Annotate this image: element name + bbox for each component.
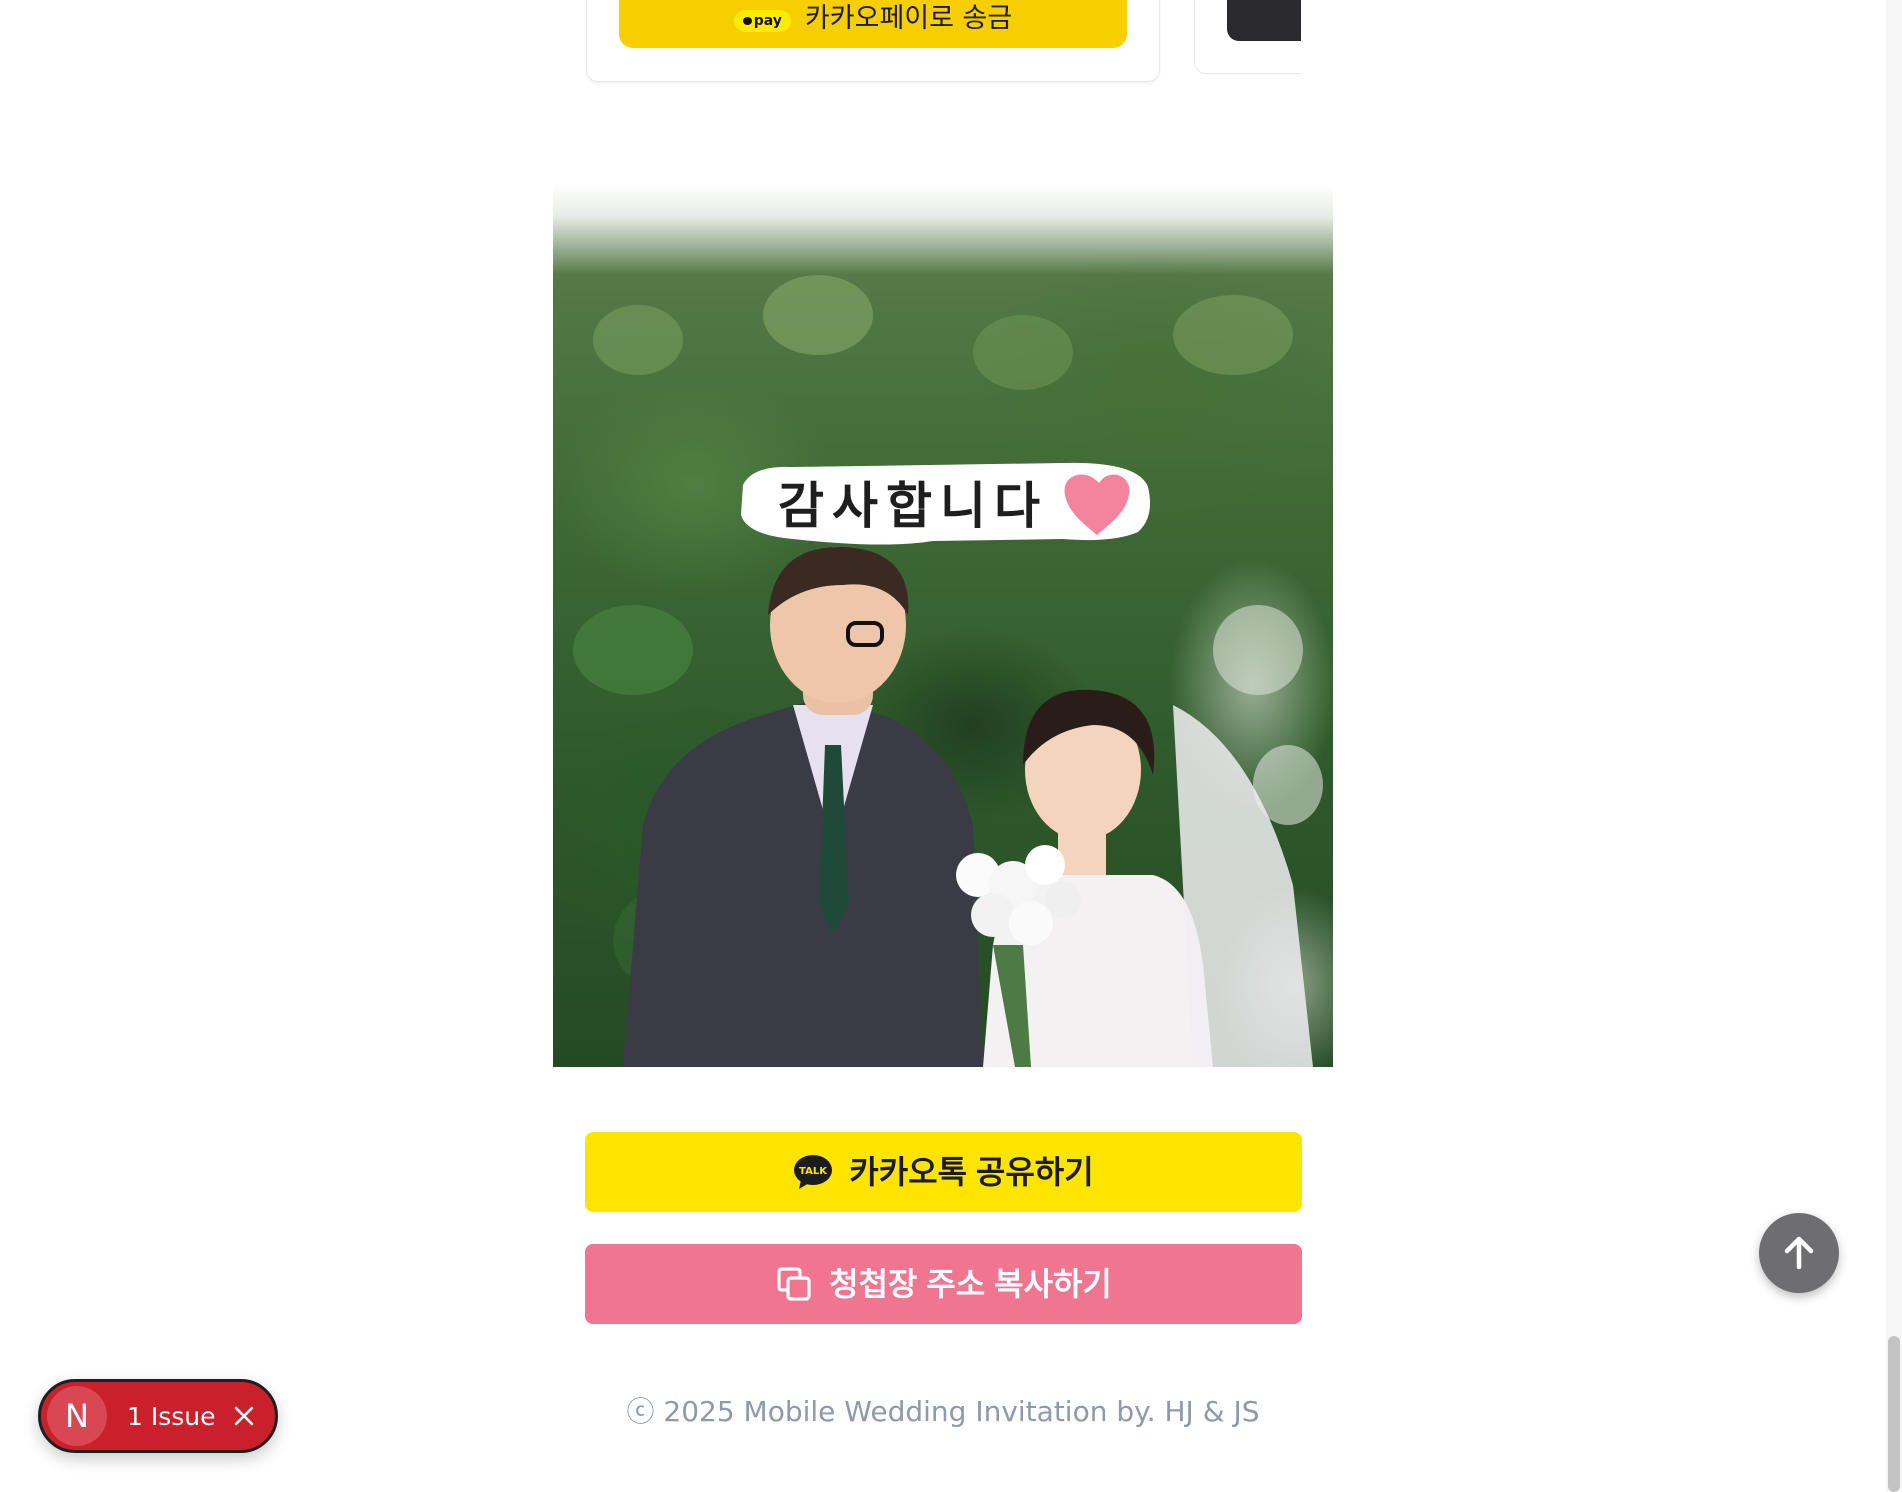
copy-invitation-link-button[interactable]: 청첩장 주소 복사하기 [585,1244,1302,1324]
kakaotalk-icon: TALK [794,1155,833,1189]
scroll-to-top-button[interactable] [1759,1213,1839,1293]
account-card-partial [1194,0,1301,78]
kakaopay-icon: pay [733,10,791,32]
kakao-share-label: 카카오톡 공유하기 [849,1154,1094,1190]
kakao-share-button[interactable]: TALK 카카오톡 공유하기 [585,1132,1302,1212]
couple-photo: 감사합니다 [553,185,1333,1067]
thanks-sticker: 감사합니다 [733,457,1153,547]
dev-issues-badge[interactable]: N 1 Issue [38,1379,278,1453]
thanks-text: 감사합니다 [778,476,1048,535]
copy-icon [777,1267,811,1301]
kakaopay-transfer-button[interactable]: pay 카카오페이로 송금 [619,0,1127,48]
svg-text:TALK: TALK [799,1166,828,1177]
copy-invitation-link-label: 청첩장 주소 복사하기 [829,1266,1112,1302]
copyright-footer: ⓒ 2025 Mobile Wedding Invitation by. HJ … [626,1395,1260,1428]
kakaopay-transfer-label: 카카오페이로 송금 [804,3,1013,34]
close-icon[interactable] [232,1404,256,1428]
page-scrollbar-track[interactable] [1886,0,1902,1492]
couple-figure [623,546,1313,1067]
issues-count-label[interactable]: 1 Issue [127,1402,216,1431]
page-scrollbar-thumb[interactable] [1888,1336,1900,1492]
nextjs-logo-icon[interactable]: N [47,1386,107,1446]
page: pay 카카오페이로 송금 감사합니다 TALK 카카오톡 공유하기 청첩장 주… [0,0,1902,1492]
copy-account-button[interactable] [1227,0,1301,41]
account-card: pay 카카오페이로 송금 [586,0,1160,82]
arrow-up-icon [1784,1236,1814,1270]
